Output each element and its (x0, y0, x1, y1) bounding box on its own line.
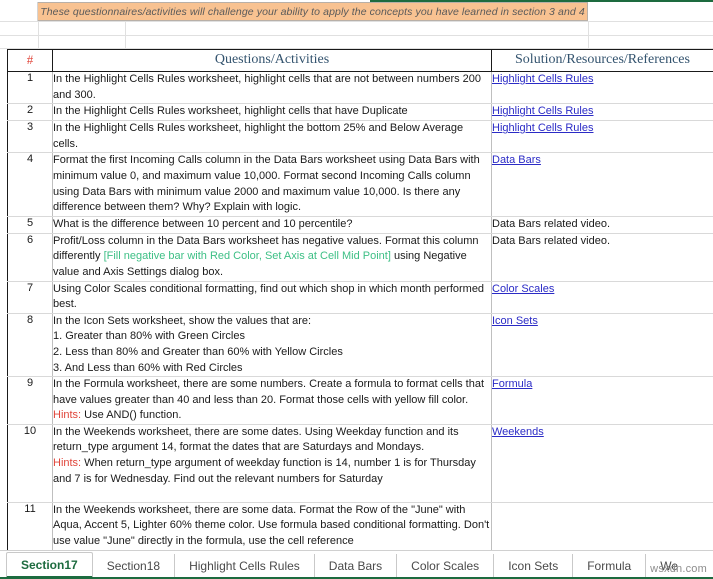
sheet-tab-formula[interactable]: Formula (573, 554, 646, 577)
question-text-part: Use AND() function. (81, 409, 181, 421)
question-cell: In the Highlight Cells Rules worksheet, … (53, 104, 492, 121)
table-row: 9In the Formula worksheet, there are som… (8, 377, 713, 425)
question-text-part: In the Formula worksheet, there are some… (53, 378, 484, 406)
spreadsheet-window: These questionnaires/activities will cha… (0, 0, 713, 579)
question-cell: In the Highlight Cells Rules worksheet, … (53, 72, 492, 104)
question-cell: In the Weekends worksheet, there are som… (53, 424, 492, 502)
solution-cell[interactable]: Color Scales (492, 281, 713, 313)
header-number: # (8, 50, 53, 72)
question-cell: In the Icon Sets worksheet, show the val… (53, 313, 492, 376)
table-row: 1In the Highlight Cells Rules worksheet,… (8, 72, 713, 104)
solution-link[interactable]: Weekends (492, 426, 544, 438)
row-number: 7 (8, 281, 53, 313)
questions-table-body: 1In the Highlight Cells Rules worksheet,… (8, 72, 713, 565)
sheet-tab-color-scales[interactable]: Color Scales (397, 554, 494, 577)
questions-table: # Questions/Activities Solution/Resource… (7, 49, 713, 565)
question-text-part: In the Weekends worksheet, there are som… (53, 426, 459, 454)
question-cell: Format the first Incoming Calls column i… (53, 153, 492, 216)
solution-cell: Data Bars related video. (492, 233, 713, 281)
row-number: 5 (8, 216, 53, 233)
empty-grid-rows (0, 21, 713, 49)
solution-link[interactable]: Data Bars (492, 154, 541, 166)
solution-cell[interactable]: Highlight Cells Rules (492, 121, 713, 153)
question-text-part: When return_type argument of weekday fun… (53, 457, 476, 485)
row-number: 6 (8, 233, 53, 281)
question-cell: What is the difference between 10 percen… (53, 216, 492, 233)
question-cell: Using Color Scales conditional formattin… (53, 281, 492, 313)
row-number: 8 (8, 313, 53, 376)
table-row: 10In the Weekends worksheet, there are s… (8, 424, 713, 502)
row-number: 4 (8, 153, 53, 216)
questions-table-wrap: # Questions/Activities Solution/Resource… (7, 49, 713, 565)
sheet-tab-data-bars[interactable]: Data Bars (315, 554, 397, 577)
solution-link[interactable]: Icon Sets (492, 315, 538, 327)
sheet-tab-highlight-cells-rules[interactable]: Highlight Cells Rules (175, 554, 315, 577)
row-number: 10 (8, 424, 53, 502)
sheet-tab-we[interactable]: We (646, 554, 692, 577)
table-header-row: # Questions/Activities Solution/Resource… (8, 50, 713, 72)
table-row: 3In the Highlight Cells Rules worksheet,… (8, 121, 713, 153)
table-row: 5What is the difference between 10 perce… (8, 216, 713, 233)
solution-link[interactable]: Color Scales (492, 283, 554, 295)
header-solution: Solution/Resources/References (492, 50, 713, 72)
banner-right-blank-cell (588, 2, 713, 21)
banner-row: These questionnaires/activities will cha… (0, 2, 713, 21)
table-row: 8In the Icon Sets worksheet, show the va… (8, 313, 713, 376)
sheet-tab-section18[interactable]: Section18 (93, 554, 175, 577)
solution-link[interactable]: Highlight Cells Rules (492, 122, 594, 134)
table-row: 2In the Highlight Cells Rules worksheet,… (8, 104, 713, 121)
row-number: 9 (8, 377, 53, 425)
solution-link[interactable]: Formula (492, 378, 532, 390)
solution-cell[interactable]: Highlight Cells Rules (492, 104, 713, 121)
row-number: 2 (8, 104, 53, 121)
solution-link[interactable]: Highlight Cells Rules (492, 73, 594, 85)
solution-cell[interactable]: Formula (492, 377, 713, 425)
solution-cell[interactable]: Data Bars (492, 153, 713, 216)
row-number: 1 (8, 72, 53, 104)
question-cell: In the Highlight Cells Rules worksheet, … (53, 121, 492, 153)
banner-message: These questionnaires/activities will cha… (38, 2, 588, 21)
sheet-tab-bar[interactable]: Section17Section18Highlight Cells RulesD… (0, 550, 713, 579)
header-questions: Questions/Activities (53, 50, 492, 72)
table-row: 7Using Color Scales conditional formatti… (8, 281, 713, 313)
question-cell: Profit/Loss column in the Data Bars work… (53, 233, 492, 281)
sheet-tab-section17[interactable]: Section17 (6, 552, 93, 579)
solution-link[interactable]: Highlight Cells Rules (492, 105, 594, 117)
solution-cell[interactable]: Weekends (492, 424, 713, 502)
banner-left-blank-cell (0, 2, 38, 21)
solution-cell[interactable]: Icon Sets (492, 313, 713, 376)
question-green-note: [Fill negative bar with Red Color, Set A… (104, 250, 391, 262)
solution-text: Data Bars related video. (492, 218, 610, 230)
question-cell: In the Formula worksheet, there are some… (53, 377, 492, 425)
solution-cell[interactable]: Highlight Cells Rules (492, 72, 713, 104)
solution-cell: Data Bars related video. (492, 216, 713, 233)
table-row: 6Profit/Loss column in the Data Bars wor… (8, 233, 713, 281)
question-hint-label: Hints: (53, 457, 81, 469)
table-row: 4Format the first Incoming Calls column … (8, 153, 713, 216)
sheet-tab-icon-sets[interactable]: Icon Sets (494, 554, 573, 577)
row-number: 3 (8, 121, 53, 153)
solution-text: Data Bars related video. (492, 235, 610, 247)
question-hint-label: Hints: (53, 409, 81, 421)
